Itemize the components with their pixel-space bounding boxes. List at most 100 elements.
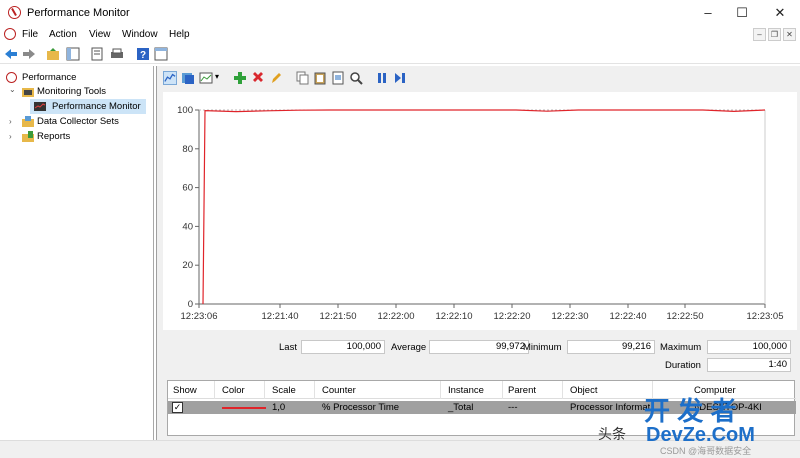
change-graph-type-icon[interactable]	[199, 71, 213, 85]
maximize-button[interactable]: ☐	[724, 0, 760, 26]
y-tick-label: 100	[177, 105, 193, 116]
menu-view[interactable]: View	[89, 29, 111, 40]
menu-action[interactable]: Action	[49, 29, 77, 40]
graph-properties-icon[interactable]	[331, 71, 345, 85]
counter-parent: ---	[508, 402, 518, 413]
forward-arrow-icon[interactable]	[22, 47, 36, 61]
performance-monitor-icon	[34, 102, 46, 111]
counter-instance: _Total	[448, 402, 474, 413]
y-tick-label: 40	[182, 221, 193, 232]
update-data-icon[interactable]	[393, 71, 407, 85]
x-tick-label: 12:22:50	[667, 311, 704, 322]
y-tick-label: 60	[182, 183, 193, 194]
col-parent[interactable]: Parent	[508, 385, 536, 396]
data-collector-sets-icon	[22, 116, 34, 127]
show-hide-tree-icon[interactable]	[66, 47, 80, 61]
counter-object: Processor Informatio	[570, 402, 650, 413]
tree-item-performance[interactable]: Performance	[0, 70, 154, 85]
last-label: Last	[279, 342, 297, 353]
x-tick-label: 12:22:00	[378, 311, 415, 322]
x-tick-label: 12:22:30	[552, 311, 589, 322]
show-checkbox[interactable]: ✓	[172, 402, 183, 413]
col-scale[interactable]: Scale	[272, 385, 296, 396]
col-object[interactable]: Object	[570, 385, 597, 396]
zoom-icon[interactable]	[349, 71, 363, 85]
performance-monitor-pane: ▾ 100 80 60 40 20 0 12:23:06 12:21:40 12:21:50 12…	[156, 66, 800, 440]
watermark-toutiao: 头条	[598, 426, 626, 442]
console-icon[interactable]	[154, 47, 168, 61]
x-tick-label: 12:22:40	[610, 311, 647, 322]
expand-chevron-icon[interactable]: ›	[9, 129, 17, 144]
tree-item-monitoring-tools[interactable]: ⌄ Monitoring Tools	[0, 84, 154, 99]
x-tick-label: 12:23:06	[181, 311, 218, 322]
collapse-chevron-icon[interactable]: ⌄	[9, 82, 17, 97]
graph-toolbar: ▾	[157, 66, 800, 90]
average-value: 99,972	[429, 340, 529, 354]
title-bar: Performance Monitor – ☐ ✕	[0, 0, 800, 26]
counter-name: % Processor Time	[322, 402, 400, 413]
svg-text:?: ?	[140, 50, 146, 61]
x-tick-label: 12:23:05	[747, 311, 784, 322]
back-arrow-icon[interactable]	[4, 47, 18, 61]
y-tick-label: 20	[182, 260, 193, 271]
add-counter-icon[interactable]	[233, 71, 247, 85]
expand-chevron-icon[interactable]: ›	[9, 114, 17, 129]
series-line	[202, 109, 766, 305]
mdi-restore-button[interactable]: ❐	[768, 28, 781, 41]
maximum-label: Maximum	[660, 342, 702, 353]
x-tick-label: 12:21:40	[262, 311, 299, 322]
performance-graph[interactable]: 100 80 60 40 20 0 12:23:06 12:21:40 12:21:50 12:2…	[163, 92, 797, 330]
close-button[interactable]: ✕	[762, 0, 798, 26]
menu-help[interactable]: Help	[169, 29, 190, 40]
properties-icon[interactable]	[90, 47, 104, 61]
highlight-pencil-icon[interactable]	[269, 71, 283, 85]
x-tick-label: 12:22:20	[494, 311, 531, 322]
freeze-display-icon[interactable]	[375, 71, 389, 85]
delete-counter-icon[interactable]	[251, 71, 265, 85]
monitoring-tools-icon	[22, 88, 34, 97]
menu-window[interactable]: Window	[122, 29, 158, 40]
minimize-button[interactable]: –	[690, 0, 726, 26]
view-log-data-icon[interactable]	[181, 71, 195, 85]
col-instance[interactable]: Instance	[448, 385, 484, 396]
last-value: 100,000	[301, 340, 385, 354]
mdi-close-button[interactable]: ✕	[783, 28, 796, 41]
average-label: Average	[391, 342, 427, 353]
tree-item-reports[interactable]: › Reports	[0, 129, 154, 144]
paste-counter-list-icon[interactable]	[313, 71, 327, 85]
watermark-kaifazhe: 开 发 者	[644, 396, 737, 426]
main-toolbar: ?	[0, 44, 800, 64]
counter-color-swatch	[222, 407, 266, 409]
watermark-csdn: CSDN @海哥数据安全	[660, 446, 752, 456]
print-icon[interactable]	[110, 47, 124, 61]
perfmon-app-icon	[8, 6, 21, 19]
minimum-label: Minimum	[523, 342, 562, 353]
tree-item-data-collector-sets[interactable]: › Data Collector Sets	[0, 114, 154, 129]
navigation-tree: Performance ⌄ Monitoring Tools Performan…	[0, 66, 154, 440]
perfmon-mdi-icon[interactable]	[4, 28, 16, 40]
graph-type-dropdown-icon[interactable]: ▾	[215, 72, 219, 81]
reports-icon	[22, 131, 34, 142]
col-color[interactable]: Color	[222, 385, 245, 396]
col-counter[interactable]: Counter	[322, 385, 356, 396]
minimum-value: 99,216	[567, 340, 655, 354]
counter-scale: 1,0	[272, 402, 286, 413]
window-title: Performance Monitor	[27, 7, 130, 19]
y-tick-label: 80	[182, 144, 193, 155]
tree-item-performance-monitor[interactable]: Performance Monitor	[30, 99, 146, 114]
y-tick-label: 0	[188, 299, 193, 310]
menu-file[interactable]: File	[22, 29, 38, 40]
copy-properties-icon[interactable]	[295, 71, 309, 85]
view-current-activity-icon[interactable]	[163, 71, 177, 85]
up-folder-icon[interactable]	[46, 47, 60, 61]
col-show[interactable]: Show	[173, 385, 197, 396]
x-tick-label: 12:22:10	[436, 311, 473, 322]
mdi-minimize-button[interactable]: –	[753, 28, 766, 41]
statistics-bar: Last 100,000 Average 99,972 Minimum 99,2…	[157, 338, 800, 378]
menu-bar: File Action View Window Help – ❐ ✕	[0, 26, 800, 44]
duration-label: Duration	[665, 360, 701, 371]
help-icon[interactable]: ?	[136, 47, 150, 61]
line-chart: 100 80 60 40 20 012:23:06 12:21:40 12:21:50 12:2…	[177, 105, 784, 322]
duration-value: 1:40	[707, 358, 791, 372]
x-tick-label: 12:21:50	[320, 311, 357, 322]
